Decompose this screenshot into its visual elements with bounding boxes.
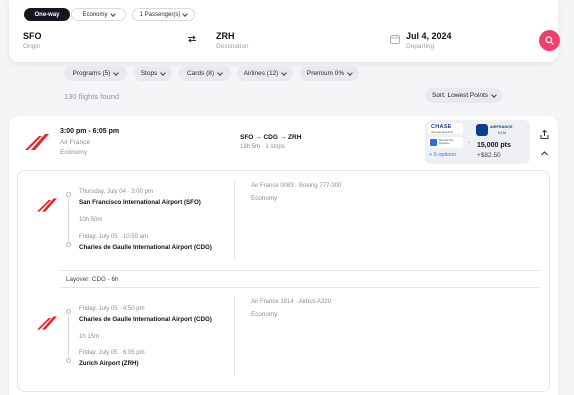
chevron-down-icon <box>182 10 189 17</box>
swap-icon[interactable] <box>187 35 197 45</box>
amex-logo: Membership Rewards <box>428 137 463 148</box>
chase-program: Ultimate Rewards <box>431 130 454 134</box>
filter-airlines[interactable]: Airlines (12) <box>237 66 293 81</box>
segment-line <box>68 198 69 242</box>
trip-type-label: One-way <box>34 11 60 18</box>
results-count: 130 flights found <box>64 92 120 101</box>
filter-airlines-label: Airlines (12) <box>243 70 279 77</box>
chevron-down-icon <box>113 69 120 76</box>
chevron-down-icon <box>491 91 497 98</box>
arrow-right-icon: → <box>466 139 471 145</box>
chevron-down-icon <box>347 69 353 76</box>
chevron-up-icon <box>541 151 548 156</box>
departure-dot <box>66 192 71 197</box>
flight-cabin: Economy <box>60 149 88 156</box>
arrival-dot <box>66 242 71 247</box>
flight-times: 3:00 pm - 6:05 pm <box>60 128 120 135</box>
filter-programs-label: Programs (5) <box>72 70 111 77</box>
segment-1-dep-time: Thursday, July 04 · 3:00 pm <box>79 189 153 195</box>
segment-1-dep-airport: San Francisco International Airport (SFO… <box>79 199 201 206</box>
share-icon <box>540 129 549 139</box>
segment-2-dep-time: Friday, July 05 · 4:50 pm <box>79 306 145 312</box>
segment-2-aircraft: Air France 1814 · Airbus A320 <box>251 299 332 305</box>
segment-2-arr-time: Friday, July 05 · 6:05 pm <box>79 350 145 356</box>
segment-1-arr-time: Friday, July 05 · 10:50 am <box>79 234 148 240</box>
cabin-select-label: Economy <box>82 11 108 18</box>
collapse-button[interactable] <box>539 148 550 159</box>
search-icon <box>545 36 554 45</box>
filter-stops-label: Stops <box>140 70 158 77</box>
segment-2-dep-airport: Charles de Gaulle International Airport … <box>79 316 212 323</box>
segment-2-cabin: Economy <box>251 311 278 318</box>
partner-sub: KLM <box>498 131 507 135</box>
flight-route: SFO → CDG → ZRH <box>240 134 302 141</box>
filter-cards-label: Cards (8) <box>186 70 215 77</box>
date-label: Departing <box>406 43 435 50</box>
filter-premium[interactable]: Premium 0% <box>300 66 359 81</box>
flight-airline: Air France <box>60 139 90 146</box>
air-france-logo <box>37 316 57 332</box>
layover-divider-top <box>60 270 540 271</box>
arrival-dot <box>66 358 71 363</box>
price-cash: +$82.50 <box>477 152 501 159</box>
segment-line <box>68 315 69 358</box>
destination-field[interactable]: ZRH <box>216 31 235 41</box>
filter-programs[interactable]: Programs (5) <box>64 66 127 81</box>
flying-blue-logo <box>476 124 488 136</box>
segment-1-cabin: Economy <box>251 195 278 202</box>
sort-select[interactable]: Sort: Lowest Points <box>425 88 503 103</box>
cabin-select[interactable]: Economy <box>71 8 126 21</box>
chase-logo: CHASE Ultimate Rewards <box>428 123 463 134</box>
trip-type-pill[interactable]: One-way <box>24 8 70 21</box>
partner-brand: AIRFRANCE <box>490 125 513 129</box>
layover-divider-bottom <box>60 287 540 288</box>
amex-program: Membership Rewards <box>439 139 454 145</box>
layover-info: Layover: CDG - 6h <box>66 276 119 283</box>
search-button[interactable] <box>539 30 560 51</box>
departure-dot <box>66 309 71 314</box>
passenger-select-label: 1 Passenger(s) <box>139 11 181 18</box>
origin-label: Origin <box>23 43 41 50</box>
air-france-logo <box>25 134 49 152</box>
segment-1-arr-airport: Charles de Gaulle International Airport … <box>79 244 212 251</box>
more-options-link[interactable]: + 5 options <box>429 152 456 158</box>
segment-1-duration: 10h 50m <box>79 217 103 223</box>
date-field[interactable]: Jul 4, 2024 <box>406 31 452 41</box>
filter-premium-label: Premium 0% <box>306 70 345 77</box>
column-divider <box>234 296 235 376</box>
segment-2-arr-airport: Zurich Airport (ZRH) <box>79 360 139 367</box>
filter-stops[interactable]: Stops <box>134 66 172 81</box>
calendar-icon <box>390 34 400 46</box>
destination-label: Destination <box>216 43 249 50</box>
air-france-logo <box>37 198 57 214</box>
share-button[interactable] <box>539 129 550 140</box>
filter-cards[interactable]: Cards (8) <box>178 66 231 81</box>
origin-field[interactable]: SFO <box>23 31 42 41</box>
sort-select-label: Sort: Lowest Points <box>432 92 488 99</box>
search-panel: One-way Economy 1 Passenger(s) SFO Origi… <box>9 0 560 62</box>
segment-2-duration: 1h 15m <box>79 334 100 340</box>
column-divider <box>234 180 235 260</box>
price-points: 15,000 pts <box>477 142 511 149</box>
chevron-down-icon <box>217 69 223 76</box>
flight-duration: 18h 5m · 1 stops <box>240 144 285 150</box>
chevron-down-icon <box>109 10 116 17</box>
chevron-down-icon <box>281 69 288 76</box>
passenger-select[interactable]: 1 Passenger(s) <box>132 8 195 21</box>
segment-1-aircraft: Air France 0083 · Boeing 777-300 <box>251 183 342 189</box>
chevron-down-icon <box>160 69 167 76</box>
